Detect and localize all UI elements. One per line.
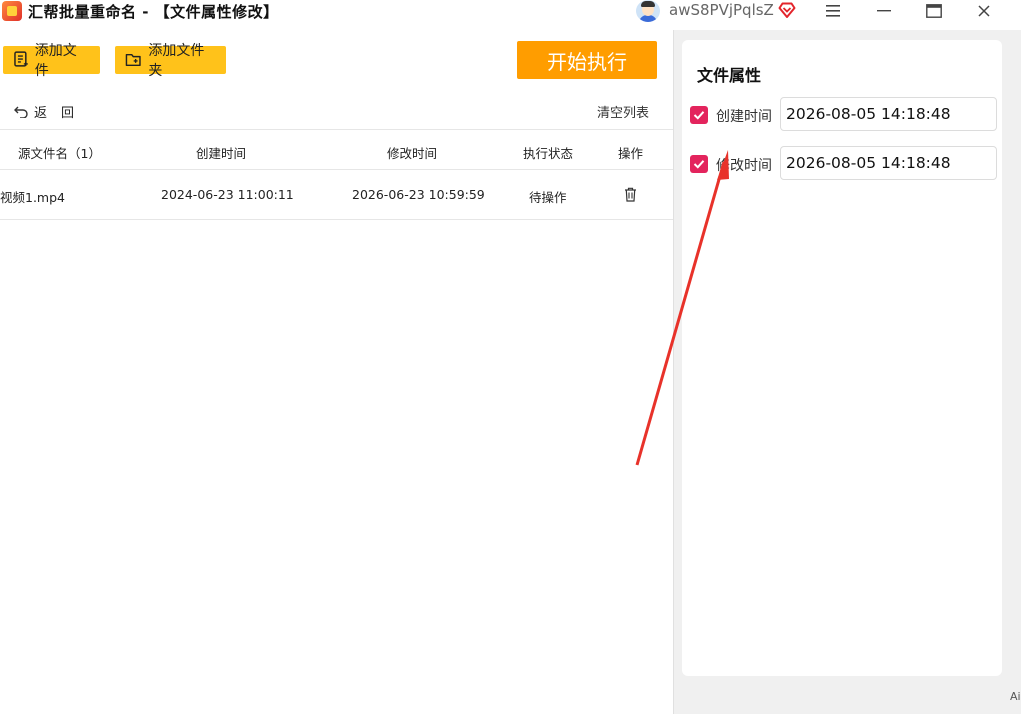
modified-time-checkbox[interactable] — [690, 155, 708, 173]
file-properties-card — [682, 40, 1002, 676]
modified-time-input[interactable]: 2026-08-05 14:18:48 — [780, 146, 997, 180]
modified-time-label: 修改时间 — [716, 158, 772, 174]
add-file-label: 添加文件 — [34, 43, 77, 79]
checkmark-icon — [693, 111, 705, 120]
col-header-status[interactable]: 执行状态 — [523, 143, 573, 162]
clear-list-button[interactable]: 清空列表 — [597, 102, 649, 121]
vip-diamond-icon[interactable] — [778, 1, 796, 19]
table-row[interactable]: 视频1.mp4 2024-06-23 11:00:11 2026-06-23 1… — [0, 170, 673, 220]
created-time-input[interactable]: 2026-08-05 14:18:48 — [780, 97, 997, 131]
close-button[interactable] — [966, 0, 1002, 22]
back-arrow-icon — [14, 106, 28, 118]
maximize-icon — [926, 4, 942, 18]
created-time-checkbox[interactable] — [690, 106, 708, 124]
hamburger-menu-icon — [826, 5, 840, 17]
file-properties-title: 文件属性 — [697, 66, 762, 85]
add-folder-label: 添加文件夹 — [148, 43, 205, 79]
cell-file-name: 视频1.mp4 — [0, 190, 65, 205]
close-icon — [978, 5, 990, 17]
checkmark-icon — [693, 160, 705, 169]
created-time-label: 创建时间 — [716, 109, 772, 125]
minimize-button[interactable] — [866, 0, 902, 22]
add-folder-button[interactable]: 添加文件夹 — [115, 43, 226, 79]
app-logo-icon — [2, 1, 22, 21]
add-folder-icon — [125, 53, 141, 67]
col-header-name[interactable]: 源文件名（1） — [18, 143, 101, 162]
back-label: 返回 — [34, 106, 89, 121]
cell-created-time: 2024-06-23 11:00:11 — [161, 187, 294, 202]
delete-trash-icon[interactable] — [624, 187, 637, 202]
col-header-modified[interactable]: 修改时间 — [387, 143, 437, 162]
file-list-panel: 添加文件 添加文件夹 开始执行 返回 清空列表 源文件名（1） 创建时间 修改时… — [0, 30, 673, 714]
col-header-action: 操作 — [618, 146, 644, 161]
back-button[interactable]: 返回 — [14, 102, 88, 121]
edge-text: Ai — [1010, 690, 1021, 703]
add-file-button[interactable]: 添加文件 — [3, 43, 100, 79]
window-title: 汇帮批量重命名 - 【文件属性修改】 — [28, 3, 279, 21]
username[interactable]: awS8PVjPqlsZ — [669, 1, 774, 19]
col-header-created[interactable]: 创建时间 — [196, 143, 246, 162]
title-bar: 汇帮批量重命名 - 【文件属性修改】 awS8PVjPqlsZ — [0, 0, 1021, 24]
cell-status: 待操作 — [529, 190, 567, 205]
maximize-button[interactable] — [916, 0, 952, 22]
start-button[interactable]: 开始执行 — [517, 41, 657, 79]
cell-modified-time: 2026-06-23 10:59:59 — [352, 187, 485, 202]
minimize-icon — [877, 10, 891, 12]
add-file-icon — [14, 51, 28, 67]
menu-button[interactable] — [815, 0, 851, 22]
user-avatar[interactable] — [636, 0, 660, 22]
table-header: 源文件名（1） 创建时间 修改时间 执行状态 操作 — [0, 129, 673, 170]
